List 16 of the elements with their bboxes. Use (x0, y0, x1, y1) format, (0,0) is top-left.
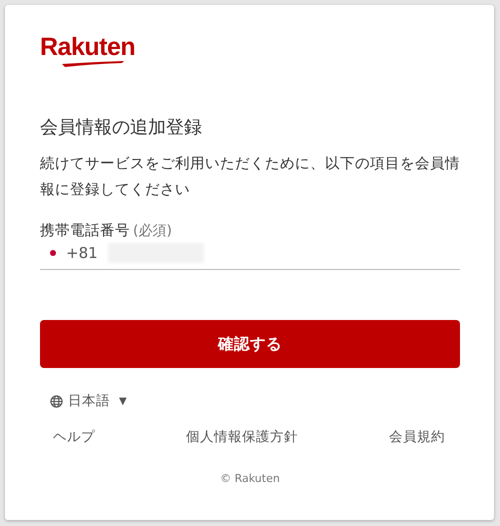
globe-icon (50, 394, 63, 408)
logo: Rakuten (40, 35, 136, 60)
flag-icon (50, 250, 56, 256)
footer-link[interactable]: 会員規約 (389, 428, 445, 446)
country-code: +81 (66, 244, 98, 262)
copyright: © Rakuten (220, 472, 280, 485)
swoosh-icon (62, 61, 124, 67)
footer-link[interactable]: 個人情報保護方針 (186, 428, 298, 446)
field-label: 携帯電話番号 (40, 222, 130, 240)
confirm-button[interactable]: 確認する (40, 320, 460, 368)
language-selector[interactable]: 日本語 ▼ (40, 392, 127, 410)
required-note: (必須) (133, 222, 172, 240)
phone-field[interactable]: +81 (40, 240, 460, 270)
footer-link[interactable]: ヘルプ (53, 428, 95, 446)
page-title: 会員情報の追加登録 (40, 116, 203, 139)
description: 続けてサービスをご利用いただくために、以下の項目を会員情報に登録してください (40, 155, 460, 200)
